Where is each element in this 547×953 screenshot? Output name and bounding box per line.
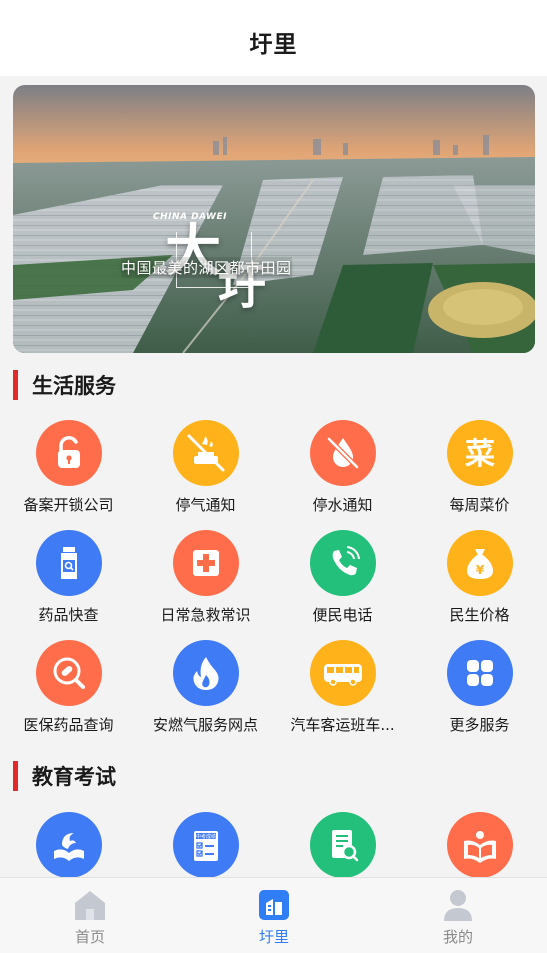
service-item-bus-schedule[interactable]: 汽车客运班车... [274, 640, 411, 744]
reading-book-icon [446, 812, 513, 878]
vegetable-icon: 菜 [446, 420, 513, 486]
tab-weili[interactable]: 圩里 [214, 878, 334, 953]
service-item-vegetable-price[interactable]: 菜 每周菜价 [411, 420, 547, 524]
home-icon [73, 888, 107, 922]
section-label: 教育考试 [32, 765, 116, 789]
document-search-icon [309, 812, 376, 878]
tab-home[interactable]: 首页 [30, 878, 150, 953]
service-item-water-notice[interactable]: 停水通知 [274, 420, 411, 524]
exam-score-icon: 中考成绩 [172, 812, 239, 878]
exam-badge-text: 中考成绩 [195, 833, 215, 840]
service-label: 备案开锁公司 [23, 496, 114, 514]
medicine-bottle-icon [35, 530, 102, 596]
tab-mine[interactable]: 我的 [398, 878, 518, 953]
service-label: 医保药品查询 [23, 716, 114, 734]
service-item-more-services[interactable]: 更多服务 [411, 640, 547, 744]
first-aid-icon [172, 530, 239, 596]
section-education-title: 教育考试 [13, 761, 116, 791]
flame-icon [172, 640, 239, 706]
water-off-icon [309, 420, 376, 486]
service-item-public-phone[interactable]: 便民电话 [274, 530, 411, 634]
gas-off-icon [172, 420, 239, 486]
bottom-tab-bar: 首页 圩里 我的 [0, 877, 547, 953]
banner-subtitle: 中国最美的湖区都市田园 [121, 257, 292, 278]
banner-english-text: CHINA DAWEI [153, 212, 227, 222]
section-life-services-title: 生活服务 [13, 370, 116, 400]
section-label: 生活服务 [32, 374, 116, 398]
money-bag-icon: ¥ [446, 530, 513, 596]
service-label: 药品快查 [38, 606, 99, 624]
bus-icon [309, 640, 376, 706]
tab-label: 圩里 [258, 928, 289, 946]
education-book-icon [35, 812, 102, 878]
service-item-medicine-search[interactable]: 药品快查 [0, 530, 137, 634]
service-item-gas-service-points[interactable]: 安燃气服务网点 [137, 640, 274, 744]
tab-label: 我的 [442, 928, 473, 946]
svg-text:菜: 菜 [465, 437, 495, 472]
service-label: 安燃气服务网点 [152, 716, 258, 734]
building-icon [257, 888, 291, 922]
service-label: 更多服务 [449, 716, 510, 734]
service-item-first-aid[interactable]: 日常急救常识 [137, 530, 274, 634]
phone-icon [309, 530, 376, 596]
service-label: 停气通知 [175, 496, 236, 514]
service-label: 便民电话 [312, 606, 373, 624]
svg-text:¥: ¥ [475, 563, 484, 577]
tab-label: 首页 [74, 928, 105, 946]
user-icon [441, 888, 475, 922]
page-title: 圩里 [249, 32, 298, 58]
service-label: 每周菜价 [449, 496, 510, 514]
section-accent-bar [13, 370, 18, 400]
service-label: 停水通知 [312, 496, 373, 514]
section-accent-bar [13, 761, 18, 791]
service-label: 日常急救常识 [160, 606, 251, 624]
service-label: 汽车客运班车... [290, 716, 395, 734]
top-header: 圩里 [0, 0, 547, 76]
service-item-living-price[interactable]: ¥ 民生价格 [411, 530, 547, 634]
banner-overlay: 大 圩 CHINA DAWEI 中国最美的湖区都市田园 [13, 85, 535, 353]
service-item-unlock-company[interactable]: 备案开锁公司 [0, 420, 137, 524]
service-item-insurance-medicine[interactable]: 医保药品查询 [0, 640, 137, 744]
pill-search-icon [35, 640, 102, 706]
grid-more-icon [446, 640, 513, 706]
promo-banner[interactable]: 大 圩 CHINA DAWEI 中国最美的湖区都市田园 [13, 85, 535, 353]
service-item-gas-notice[interactable]: 停气通知 [137, 420, 274, 524]
service-label: 民生价格 [449, 606, 510, 624]
unlock-icon [35, 420, 102, 486]
